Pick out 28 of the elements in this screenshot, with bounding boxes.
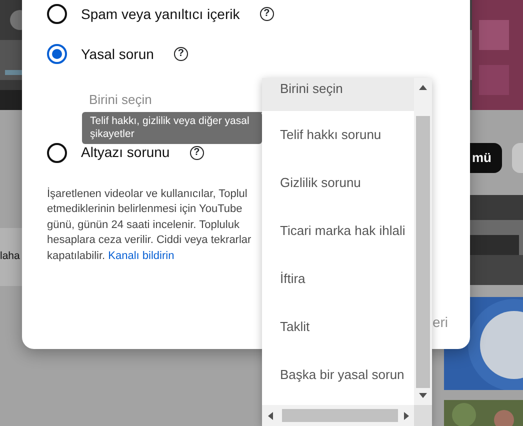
help-icon[interactable]: ? [174,47,188,61]
option-label[interactable]: Spam veya yanıltıcı içerik [81,4,240,24]
dropdown-option[interactable]: Taklit [262,303,414,351]
scrollbar-corner [414,405,432,426]
radio-button[interactable] [47,4,67,24]
help-icon[interactable]: ? [260,7,274,21]
help-icon[interactable]: ? [190,146,204,160]
scroll-up-icon[interactable] [419,84,427,92]
dropdown-option[interactable]: Gizlilik sorunu [262,159,414,207]
dropdown-option[interactable]: Telif hakkı sorunu [262,111,414,159]
scroll-right-icon[interactable] [402,412,410,420]
option-label[interactable]: Yasal sorun [81,44,154,64]
scroll-left-icon[interactable] [267,412,275,420]
radio-button[interactable] [47,44,67,64]
scrollbar-thumb[interactable] [282,409,398,422]
scrollbar[interactable] [262,405,414,426]
dropdown-option[interactable]: İftira [262,255,414,303]
scroll-down-icon[interactable] [419,391,427,399]
dropdown-option[interactable]: Başka bir yasal sorun [262,351,414,399]
report-channel-link[interactable]: Kanalı bildirin [108,250,174,262]
chip[interactable]: laha [0,228,22,286]
dropdown-option[interactable]: Ticari marka hak ihlali [262,207,414,255]
scrollbar[interactable] [414,78,432,405]
scrollbar-thumb[interactable] [416,116,430,388]
radio-button[interactable] [47,142,67,162]
option-label[interactable]: Altyazı sorunu [81,142,170,163]
tooltip: Telif hakkı, gizlilik veya diğer yasal şikayetler [82,112,262,144]
dropdown-option[interactable]: Birini seçin [262,78,414,111]
